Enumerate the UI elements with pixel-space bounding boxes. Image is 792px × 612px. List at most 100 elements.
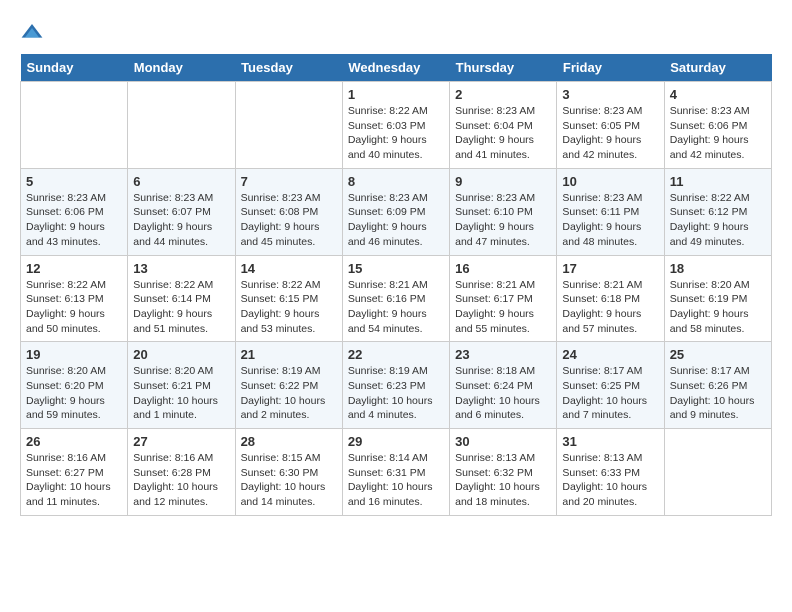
day-cell: 24 Sunrise: 8:17 AM Sunset: 6:25 PM Dayli… xyxy=(557,342,664,429)
week-row-5: 26 Sunrise: 8:16 AM Sunset: 6:27 PM Dayli… xyxy=(21,429,772,516)
header-cell-saturday: Saturday xyxy=(664,54,771,82)
day-cell xyxy=(21,82,128,169)
day-cell: 21 Sunrise: 8:19 AM Sunset: 6:22 PM Dayli… xyxy=(235,342,342,429)
day-number: 4 xyxy=(670,87,766,102)
day-number: 1 xyxy=(348,87,444,102)
week-row-1: 1 Sunrise: 8:22 AM Sunset: 6:03 PM Daylig… xyxy=(21,82,772,169)
day-info: Sunrise: 8:21 AM Sunset: 6:17 PM Dayligh… xyxy=(455,278,551,337)
header-row: SundayMondayTuesdayWednesdayThursdayFrid… xyxy=(21,54,772,82)
day-cell: 15 Sunrise: 8:21 AM Sunset: 6:16 PM Dayli… xyxy=(342,255,449,342)
day-number: 28 xyxy=(241,434,337,449)
day-cell: 7 Sunrise: 8:23 AM Sunset: 6:08 PM Daylig… xyxy=(235,168,342,255)
day-info: Sunrise: 8:23 AM Sunset: 6:11 PM Dayligh… xyxy=(562,191,658,250)
header-cell-tuesday: Tuesday xyxy=(235,54,342,82)
day-info: Sunrise: 8:16 AM Sunset: 6:28 PM Dayligh… xyxy=(133,451,229,510)
day-number: 3 xyxy=(562,87,658,102)
day-info: Sunrise: 8:17 AM Sunset: 6:26 PM Dayligh… xyxy=(670,364,766,423)
day-info: Sunrise: 8:23 AM Sunset: 6:10 PM Dayligh… xyxy=(455,191,551,250)
header xyxy=(20,20,772,44)
day-info: Sunrise: 8:21 AM Sunset: 6:16 PM Dayligh… xyxy=(348,278,444,337)
day-cell: 6 Sunrise: 8:23 AM Sunset: 6:07 PM Daylig… xyxy=(128,168,235,255)
day-number: 26 xyxy=(26,434,122,449)
day-info: Sunrise: 8:13 AM Sunset: 6:33 PM Dayligh… xyxy=(562,451,658,510)
header-cell-monday: Monday xyxy=(128,54,235,82)
day-info: Sunrise: 8:20 AM Sunset: 6:21 PM Dayligh… xyxy=(133,364,229,423)
day-number: 20 xyxy=(133,347,229,362)
day-number: 31 xyxy=(562,434,658,449)
day-number: 13 xyxy=(133,261,229,276)
day-info: Sunrise: 8:23 AM Sunset: 6:08 PM Dayligh… xyxy=(241,191,337,250)
day-number: 15 xyxy=(348,261,444,276)
day-cell: 9 Sunrise: 8:23 AM Sunset: 6:10 PM Daylig… xyxy=(450,168,557,255)
day-number: 21 xyxy=(241,347,337,362)
header-cell-wednesday: Wednesday xyxy=(342,54,449,82)
day-cell: 28 Sunrise: 8:15 AM Sunset: 6:30 PM Dayli… xyxy=(235,429,342,516)
day-number: 12 xyxy=(26,261,122,276)
day-cell: 14Sunrise: 8:22 AM Sunset: 6:15 PM Dayli… xyxy=(235,255,342,342)
day-info: Sunrise: 8:22 AM Sunset: 6:14 PM Dayligh… xyxy=(133,278,229,337)
day-cell: 27 Sunrise: 8:16 AM Sunset: 6:28 PM Dayli… xyxy=(128,429,235,516)
day-cell: 20 Sunrise: 8:20 AM Sunset: 6:21 PM Dayli… xyxy=(128,342,235,429)
day-cell: 18 Sunrise: 8:20 AM Sunset: 6:19 PM Dayli… xyxy=(664,255,771,342)
day-info: Sunrise: 8:23 AM Sunset: 6:04 PM Dayligh… xyxy=(455,104,551,163)
day-number: 7 xyxy=(241,174,337,189)
day-cell: 4 Sunrise: 8:23 AM Sunset: 6:06 PM Daylig… xyxy=(664,82,771,169)
day-number: 27 xyxy=(133,434,229,449)
day-info: Sunrise: 8:14 AM Sunset: 6:31 PM Dayligh… xyxy=(348,451,444,510)
day-info: Sunrise: 8:23 AM Sunset: 6:07 PM Dayligh… xyxy=(133,191,229,250)
day-number: 8 xyxy=(348,174,444,189)
day-cell: 10 Sunrise: 8:23 AM Sunset: 6:11 PM Dayli… xyxy=(557,168,664,255)
day-cell: 3 Sunrise: 8:23 AM Sunset: 6:05 PM Daylig… xyxy=(557,82,664,169)
day-cell: 13 Sunrise: 8:22 AM Sunset: 6:14 PM Dayli… xyxy=(128,255,235,342)
day-number: 10 xyxy=(562,174,658,189)
day-cell: 12 Sunrise: 8:22 AM Sunset: 6:13 PM Dayli… xyxy=(21,255,128,342)
day-info: Sunrise: 8:19 AM Sunset: 6:22 PM Dayligh… xyxy=(241,364,337,423)
day-cell: 23 Sunrise: 8:18 AM Sunset: 6:24 PM Dayli… xyxy=(450,342,557,429)
day-cell: 30Sunrise: 8:13 AM Sunset: 6:32 PM Dayli… xyxy=(450,429,557,516)
day-info: Sunrise: 8:20 AM Sunset: 6:20 PM Dayligh… xyxy=(26,364,122,423)
day-number: 6 xyxy=(133,174,229,189)
day-cell: 25Sunrise: 8:17 AM Sunset: 6:26 PM Dayli… xyxy=(664,342,771,429)
day-cell: 16 Sunrise: 8:21 AM Sunset: 6:17 PM Dayli… xyxy=(450,255,557,342)
day-number: 5 xyxy=(26,174,122,189)
day-cell xyxy=(664,429,771,516)
day-cell xyxy=(235,82,342,169)
day-number: 9 xyxy=(455,174,551,189)
logo-icon xyxy=(20,20,44,44)
header-cell-friday: Friday xyxy=(557,54,664,82)
day-cell: 1 Sunrise: 8:22 AM Sunset: 6:03 PM Daylig… xyxy=(342,82,449,169)
day-info: Sunrise: 8:16 AM Sunset: 6:27 PM Dayligh… xyxy=(26,451,122,510)
day-info: Sunrise: 8:22 AM Sunset: 6:12 PM Dayligh… xyxy=(670,191,766,250)
day-cell: 22 Sunrise: 8:19 AM Sunset: 6:23 PM Dayli… xyxy=(342,342,449,429)
day-number: 22 xyxy=(348,347,444,362)
day-info: Sunrise: 8:23 AM Sunset: 6:06 PM Dayligh… xyxy=(670,104,766,163)
header-cell-sunday: Sunday xyxy=(21,54,128,82)
day-info: Sunrise: 8:18 AM Sunset: 6:24 PM Dayligh… xyxy=(455,364,551,423)
header-cell-thursday: Thursday xyxy=(450,54,557,82)
day-info: Sunrise: 8:21 AM Sunset: 6:18 PM Dayligh… xyxy=(562,278,658,337)
day-info: Sunrise: 8:15 AM Sunset: 6:30 PM Dayligh… xyxy=(241,451,337,510)
week-row-4: 19Sunrise: 8:20 AM Sunset: 6:20 PM Dayli… xyxy=(21,342,772,429)
week-row-3: 12 Sunrise: 8:22 AM Sunset: 6:13 PM Dayli… xyxy=(21,255,772,342)
day-cell: 26 Sunrise: 8:16 AM Sunset: 6:27 PM Dayli… xyxy=(21,429,128,516)
day-number: 23 xyxy=(455,347,551,362)
day-cell: 8Sunrise: 8:23 AM Sunset: 6:09 PM Daylig… xyxy=(342,168,449,255)
day-cell: 19Sunrise: 8:20 AM Sunset: 6:20 PM Dayli… xyxy=(21,342,128,429)
day-info: Sunrise: 8:19 AM Sunset: 6:23 PM Dayligh… xyxy=(348,364,444,423)
week-row-2: 5 Sunrise: 8:23 AM Sunset: 6:06 PM Daylig… xyxy=(21,168,772,255)
day-number: 18 xyxy=(670,261,766,276)
day-cell: 5 Sunrise: 8:23 AM Sunset: 6:06 PM Daylig… xyxy=(21,168,128,255)
day-info: Sunrise: 8:22 AM Sunset: 6:03 PM Dayligh… xyxy=(348,104,444,163)
day-info: Sunrise: 8:20 AM Sunset: 6:19 PM Dayligh… xyxy=(670,278,766,337)
day-cell: 11 Sunrise: 8:22 AM Sunset: 6:12 PM Dayli… xyxy=(664,168,771,255)
day-number: 16 xyxy=(455,261,551,276)
day-info: Sunrise: 8:22 AM Sunset: 6:13 PM Dayligh… xyxy=(26,278,122,337)
day-number: 17 xyxy=(562,261,658,276)
day-info: Sunrise: 8:17 AM Sunset: 6:25 PM Dayligh… xyxy=(562,364,658,423)
day-cell: 29Sunrise: 8:14 AM Sunset: 6:31 PM Dayli… xyxy=(342,429,449,516)
day-number: 24 xyxy=(562,347,658,362)
day-info: Sunrise: 8:23 AM Sunset: 6:05 PM Dayligh… xyxy=(562,104,658,163)
day-cell xyxy=(128,82,235,169)
day-info: Sunrise: 8:23 AM Sunset: 6:06 PM Dayligh… xyxy=(26,191,122,250)
day-number: 11 xyxy=(670,174,766,189)
